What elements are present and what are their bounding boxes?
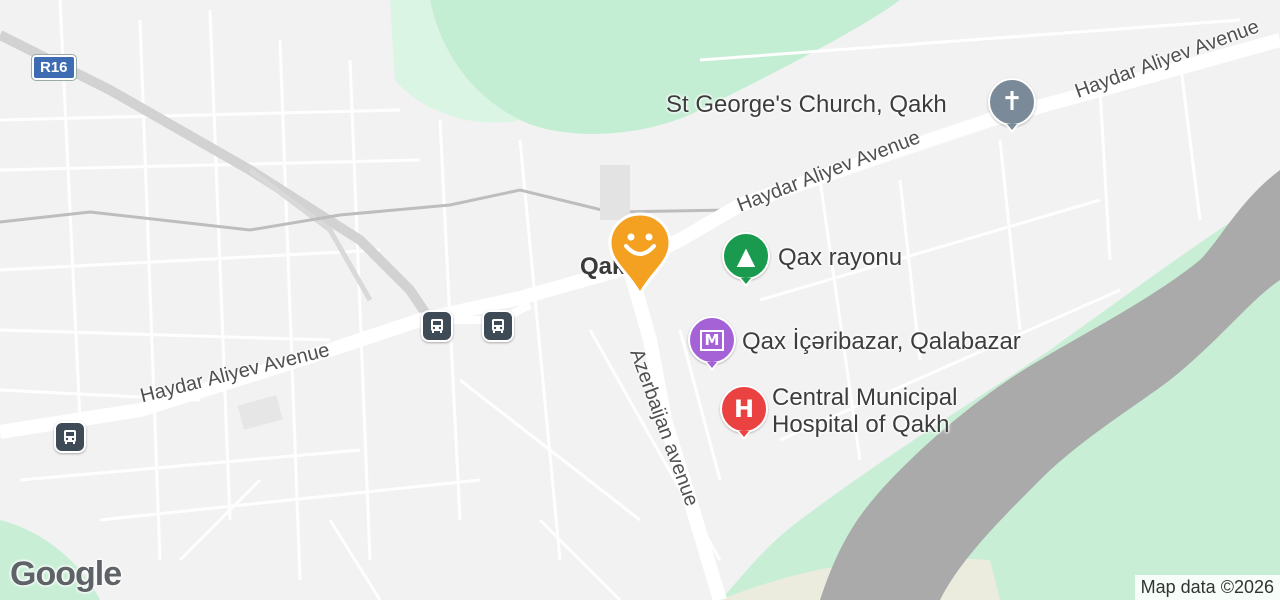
hospital-icon: H: [733, 395, 755, 423]
hospital-label[interactable]: Central Municipal Hospital of Qakh: [772, 384, 957, 438]
road-shield-r16[interactable]: R16: [32, 55, 76, 80]
bus-stop-icon: [431, 319, 443, 333]
google-logo[interactable]: Google: [10, 555, 122, 594]
hospital-label-line2: Hospital of Qakh: [772, 411, 950, 438]
smiley-location-marker-icon[interactable]: [608, 212, 672, 296]
map-canvas[interactable]: R16 Haydar Aliyev Avenue Haydar Aliyev A…: [0, 0, 1280, 600]
bus-stop-2[interactable]: [482, 310, 514, 342]
hospital-label-line1: Central Municipal: [772, 384, 958, 411]
museum-pin[interactable]: M: [688, 316, 736, 371]
church-cross-icon: ✝: [1001, 87, 1023, 117]
tree-icon: ▲: [736, 242, 756, 270]
map-attribution[interactable]: Map data ©2026: [1134, 575, 1280, 600]
museum-label[interactable]: Qax İçəribazar, Qalabazar: [742, 328, 1021, 355]
church-label[interactable]: St George's Church, Qakh: [666, 91, 947, 118]
park-pin[interactable]: ▲: [722, 232, 770, 287]
bus-stop-icon: [492, 319, 504, 333]
church-pin[interactable]: ✝: [988, 78, 1036, 133]
hospital-pin[interactable]: H: [720, 385, 768, 440]
bus-stop-1[interactable]: [421, 310, 453, 342]
park-label[interactable]: Qax rayonu: [778, 244, 902, 271]
museum-icon: M: [699, 329, 725, 351]
bus-stop-3[interactable]: [54, 421, 86, 453]
bus-stop-icon: [64, 430, 76, 444]
